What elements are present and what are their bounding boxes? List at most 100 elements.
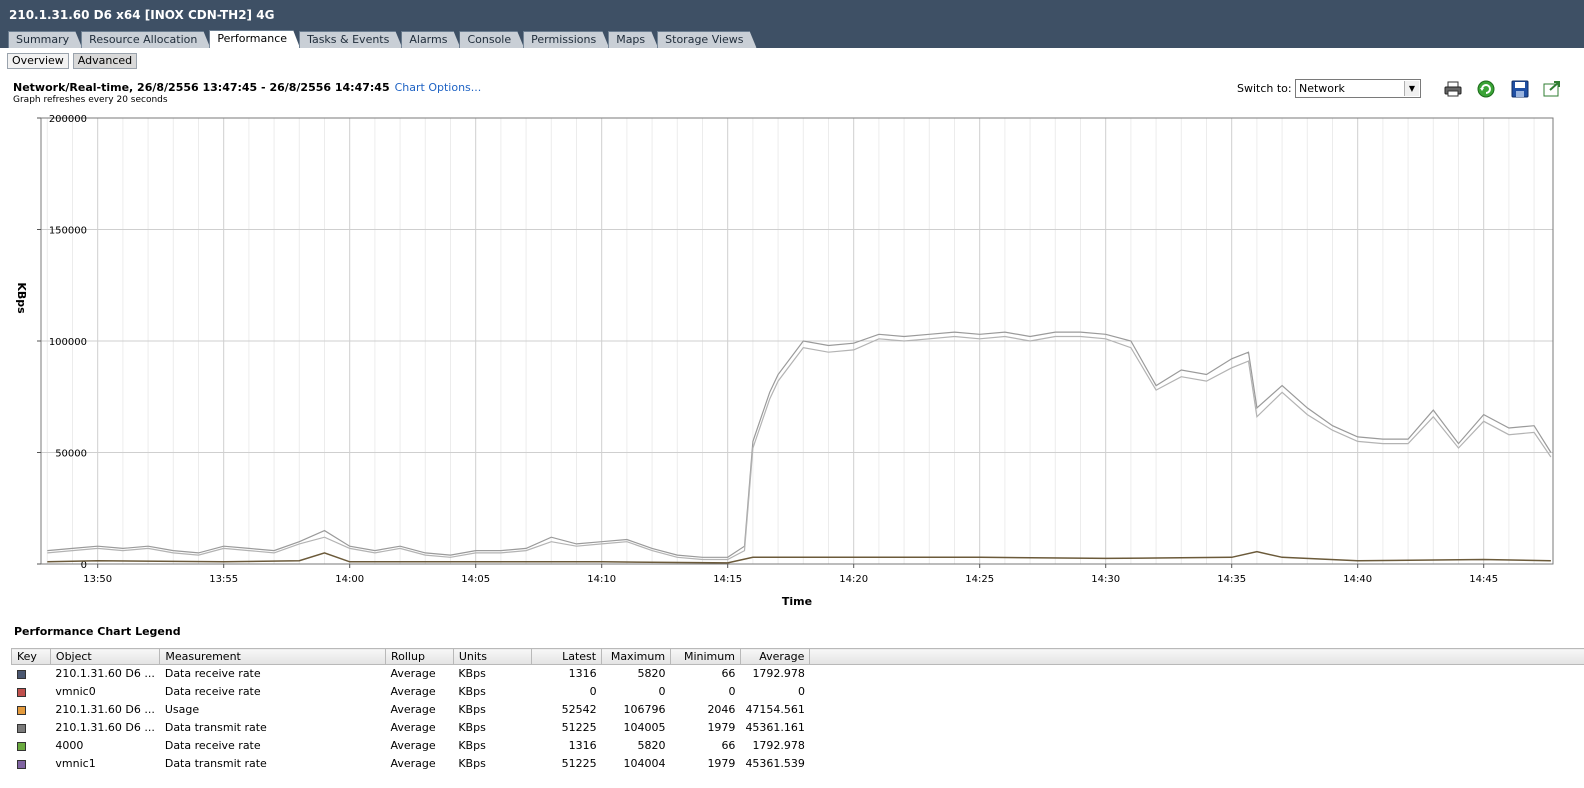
x-tick-label: 14:00 — [335, 574, 364, 585]
chart-header: Network/Real-time, 26/8/2556 13:47:45 - … — [13, 81, 481, 105]
col-key[interactable]: Key — [11, 648, 51, 665]
legend-key — [12, 755, 51, 773]
series-line — [47, 331, 1552, 558]
legend-filler — [810, 701, 1584, 719]
legend-rollup: Average — [390, 685, 436, 698]
legend-key — [12, 701, 51, 719]
advanced-button[interactable]: Advanced — [72, 53, 138, 69]
legend-latest: 51225 — [561, 721, 597, 734]
x-tick-label: 14:30 — [1091, 574, 1120, 585]
legend-object: 210.1.31.60 D6 ... — [55, 703, 155, 716]
print-icon[interactable] — [1444, 80, 1462, 98]
x-tick-label: 14:05 — [461, 574, 490, 585]
col-units[interactable]: Units — [452, 648, 533, 665]
color-swatch — [16, 741, 26, 751]
legend-average: 1792.978 — [752, 667, 805, 681]
legend-units: KBps — [458, 703, 486, 716]
legend-latest: 1316 — [568, 667, 597, 681]
legend-object: 4000 — [55, 739, 84, 752]
legend-row[interactable]: vmnic1 Data transmit rate Average KBps 51225… — [12, 755, 1584, 773]
y-tick-label: 200000 — [49, 114, 87, 125]
tab-alarms[interactable]: Alarms — [401, 31, 460, 48]
legend-filler — [810, 665, 1584, 683]
tab-storage-views[interactable]: Storage Views — [657, 31, 756, 48]
refresh-icon[interactable] — [1477, 80, 1495, 98]
save-icon[interactable] — [1511, 80, 1529, 98]
tab-summary[interactable]: Summary — [8, 31, 82, 48]
legend-header-row: Key Object Measurement Rollup Units Late… — [11, 648, 1584, 665]
x-tick-label: 14:25 — [965, 574, 994, 585]
x-axis: 13:50 13:55 14:00 14:05 14:10 14:15 14:20 14:25… — [83, 564, 1498, 585]
legend-rollup: Average — [390, 667, 436, 681]
x-tick-label: 13:50 — [83, 574, 112, 585]
legend-key — [12, 737, 51, 755]
legend-key — [12, 683, 51, 701]
legend-row[interactable]: vmnic0 Data receive rate Average KBps 0 0 0 0 — [12, 683, 1584, 701]
legend-object: vmnic0 — [55, 685, 96, 698]
chevron-down-icon[interactable]: ▼ — [1404, 81, 1419, 96]
switch-to-label: Switch to: — [1237, 82, 1292, 95]
tab-performance[interactable]: Performance — [209, 30, 300, 48]
chart-options-link[interactable]: Chart Options... — [395, 81, 482, 94]
legend-minimum: 1979 — [707, 721, 736, 734]
legend-key — [12, 665, 51, 683]
col-maximum[interactable]: Maximum — [601, 648, 672, 665]
col-rollup[interactable]: Rollup — [385, 648, 454, 665]
legend-maximum: 106796 — [623, 703, 666, 716]
legend-filler — [810, 683, 1584, 701]
y-tick-label: 50000 — [55, 449, 87, 460]
legend-object: 210.1.31.60 D6 ... — [55, 721, 155, 734]
legend-average: 45361.161 — [745, 721, 805, 734]
color-swatch — [16, 723, 26, 733]
x-axis-label: Time — [782, 595, 812, 608]
legend-measurement: Data receive rate — [164, 739, 261, 752]
switch-to-select[interactable]: Network ▼ — [1295, 79, 1421, 98]
legend-measurement: Data transmit rate — [164, 757, 267, 770]
tab-resource-allocation[interactable]: Resource Allocation — [81, 31, 210, 48]
legend-minimum: 1979 — [707, 757, 736, 770]
legend-row[interactable]: 210.1.31.60 D6 ... Data transmit rate Aver… — [12, 719, 1584, 737]
col-measurement[interactable]: Measurement — [159, 648, 386, 665]
color-swatch — [16, 705, 26, 715]
col-object[interactable]: Object — [49, 648, 161, 665]
tab-strip: Summary Resource Allocation Performance … — [8, 30, 756, 48]
y-tick-label: 100000 — [49, 337, 87, 348]
legend-maximum: 104004 — [623, 757, 666, 770]
legend-body: 210.1.31.60 D6 ... Data receive rate Avera… — [12, 665, 1584, 773]
tab-maps[interactable]: Maps — [608, 31, 658, 48]
overview-button[interactable]: Overview — [7, 53, 69, 69]
legend-maximum: 0 — [658, 685, 666, 698]
legend-title: Performance Chart Legend — [14, 625, 181, 638]
col-latest[interactable]: Latest — [531, 648, 603, 665]
legend-units: KBps — [458, 739, 486, 752]
tab-console[interactable]: Console — [459, 31, 524, 48]
legend-measurement: Usage — [164, 703, 200, 716]
tab-permissions[interactable]: Permissions — [523, 31, 609, 48]
col-average[interactable]: Average — [739, 648, 811, 665]
legend-rollup: Average — [390, 757, 436, 770]
legend-units: KBps — [458, 757, 486, 770]
legend-minimum: 0 — [728, 685, 736, 698]
legend-average: 0 — [797, 685, 805, 698]
legend-latest: 0 — [589, 685, 597, 698]
legend-filler — [810, 755, 1584, 773]
legend-maximum: 5820 — [637, 739, 666, 752]
legend-maximum: 5820 — [637, 667, 666, 681]
export-icon[interactable] — [1543, 80, 1561, 98]
x-tick-label: 14:40 — [1343, 574, 1372, 585]
chart-title: Network/Real-time, 26/8/2556 13:47:45 - … — [13, 81, 390, 94]
legend-maximum: 104005 — [623, 721, 666, 734]
switch-to-value: Network — [1299, 82, 1345, 95]
legend-key — [12, 719, 51, 737]
tab-tasks-events[interactable]: Tasks & Events — [299, 31, 402, 48]
legend-row[interactable]: 210.1.31.60 D6 ... Data receive rate Avera… — [12, 665, 1584, 683]
y-axis-label: KBps — [15, 282, 28, 314]
legend-units: KBps — [458, 667, 486, 681]
view-toggle: Overview Advanced — [7, 53, 138, 69]
title-bar: 210.1.31.60 D6 x64 [INOX CDN-TH2] 4G Sum… — [0, 0, 1584, 48]
legend-row[interactable]: 4000 Data receive rate Average KBps 1316 5820… — [12, 737, 1584, 755]
col-minimum[interactable]: Minimum — [670, 648, 741, 665]
legend-row[interactable]: 210.1.31.60 D6 ... Usage Average KBps 52542 1… — [12, 701, 1584, 719]
color-swatch — [16, 669, 26, 679]
grid-lines — [41, 117, 1553, 565]
